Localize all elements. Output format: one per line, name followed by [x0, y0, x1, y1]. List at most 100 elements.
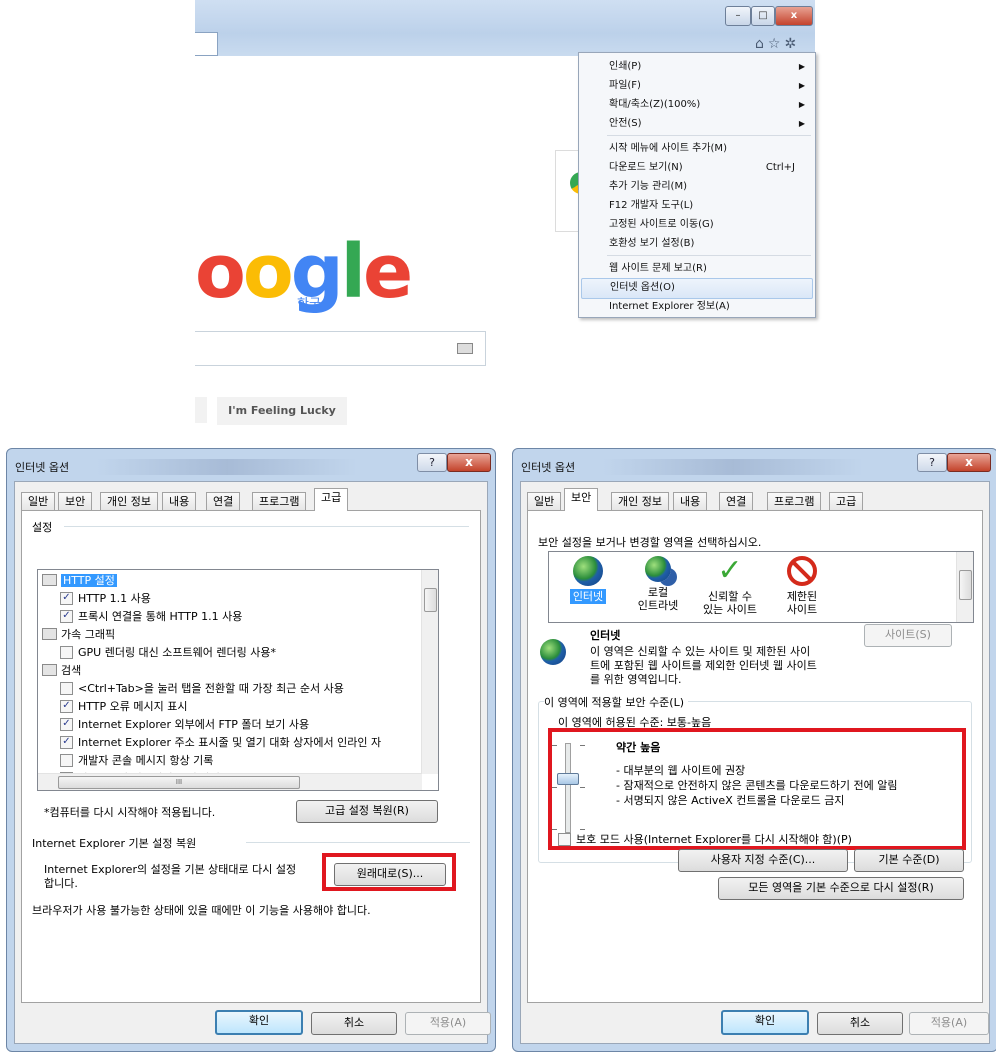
close-button[interactable]: x: [775, 6, 813, 26]
apply-button[interactable]: 적용(A): [909, 1012, 989, 1035]
restart-note: *컴퓨터를 다시 시작해야 적용됩니다.: [44, 806, 216, 819]
menu-item[interactable]: 다운로드 보기(N) Ctrl+J: [581, 158, 813, 177]
feeling-lucky-button[interactable]: I'm Feeling Lucky: [217, 397, 347, 425]
dialog-close-button[interactable]: x: [447, 453, 491, 472]
menu-item-label: 호환성 보기 설정(B): [609, 238, 695, 249]
tree-vertical-scrollbar[interactable]: [421, 570, 438, 774]
tab-programs[interactable]: 프로그램: [252, 492, 307, 510]
zone-internet[interactable]: 인터넷: [557, 556, 619, 604]
default-level-button[interactable]: 기본 수준(D): [854, 849, 964, 872]
restore-advanced-button[interactable]: 고급 설정 복원(R): [296, 800, 438, 823]
tab-advanced[interactable]: 고급: [829, 492, 864, 510]
tab-content[interactable]: 내용: [162, 492, 197, 510]
menu-item[interactable]: 웹 사이트 문제 보고(R): [581, 259, 813, 278]
toolbar-icons[interactable]: ⌂☆✲: [755, 36, 811, 52]
tree-option[interactable]: ✓ 프록시 연결을 통해 HTTP 1.1 사용: [60, 608, 242, 625]
zone-local-intranet[interactable]: 로컬 인트라넷: [627, 556, 689, 612]
menu-item-label: 고정된 사이트로 이동(G): [609, 219, 714, 230]
tab-general[interactable]: 일반: [527, 492, 562, 510]
tree-option[interactable]: ✓ Internet Explorer 주소 표시줄 및 열기 대화 상자에서 인…: [60, 734, 381, 751]
settings-label: 설정: [32, 519, 57, 535]
zone-label-2: 인트라넷: [637, 599, 679, 612]
checkbox[interactable]: ✓: [60, 609, 73, 623]
keyboard-icon[interactable]: [457, 343, 473, 354]
reset-all-zones-button[interactable]: 모든 영역을 기본 수준으로 다시 설정(R): [718, 877, 964, 900]
dialog-close-button[interactable]: x: [947, 453, 991, 472]
security-level-label: 이 영역에 적용할 보안 수준(L): [544, 694, 689, 710]
tab-connections[interactable]: 연결: [719, 492, 754, 510]
settings-tree[interactable]: ✓다운로드가 완료되었을 때 알림개발자 콘솔 메시지 항상 기록✓Intern…: [37, 569, 439, 791]
tree-folder[interactable]: HTTP 설정: [42, 572, 117, 589]
tree-scroll-thumb[interactable]: [424, 588, 437, 612]
tree-folder[interactable]: 검색: [42, 662, 81, 679]
zone-scrollbar[interactable]: [956, 552, 973, 622]
cancel-button[interactable]: 취소: [817, 1012, 903, 1035]
help-button[interactable]: ?: [417, 453, 447, 472]
search-button-stub[interactable]: [195, 397, 207, 423]
menu-item[interactable]: 추가 기능 관리(M): [581, 177, 813, 196]
checkbox[interactable]: ✓: [60, 717, 73, 731]
tree-label: 개발자 콘솔 메시지 항상 기록: [78, 754, 214, 767]
zone-desc-line: 를 위한 영역입니다.: [590, 673, 682, 686]
tab-privacy[interactable]: 개인 정보: [100, 492, 158, 510]
menu-item[interactable]: 인터넷 옵션(O): [581, 278, 813, 299]
zone-trusted-sites[interactable]: ✓ 신뢰할 수 있는 사이트: [699, 556, 761, 617]
menu-item-label: 안전(S): [609, 118, 642, 129]
zone-scroll-thumb[interactable]: [959, 570, 972, 600]
tab-programs[interactable]: 프로그램: [767, 492, 822, 510]
tree-option[interactable]: GPU 렌더링 대신 소프트웨어 렌더링 사용*: [60, 644, 276, 661]
menu-item[interactable]: 고정된 사이트로 이동(G): [581, 215, 813, 234]
tab-security[interactable]: 보안: [58, 492, 93, 510]
checkbox[interactable]: ✓: [60, 591, 73, 605]
checkbox[interactable]: [60, 645, 73, 659]
checkbox[interactable]: ✓: [60, 699, 73, 713]
menu-item[interactable]: 시작 메뉴에 사이트 추가(M): [581, 139, 813, 158]
address-bar-stub[interactable]: [195, 32, 218, 56]
tree-option[interactable]: <Ctrl+Tab>을 눌러 탭을 전환할 때 가장 최근 순서 사용: [60, 680, 344, 697]
tab-advanced[interactable]: 고급: [314, 488, 349, 511]
apply-button[interactable]: 적용(A): [405, 1012, 491, 1035]
menu-item[interactable]: 호환성 보기 설정(B): [581, 234, 813, 253]
help-button[interactable]: ?: [917, 453, 947, 472]
menu-item-label: F12 개발자 도구(L): [609, 200, 694, 211]
internet-zone-icon: [540, 639, 566, 665]
tree-option[interactable]: ✓ HTTP 1.1 사용: [60, 590, 151, 607]
zone-desc-line: 트에 포함된 웹 사이트를 제외한 인터넷 웹 사이트: [590, 659, 817, 672]
tree-hscroll-thumb[interactable]: III: [58, 776, 300, 789]
ok-button[interactable]: 확인: [721, 1010, 809, 1035]
ok-button[interactable]: 확인: [215, 1010, 303, 1035]
menu-item[interactable]: F12 개발자 도구(L): [581, 196, 813, 215]
menu-item[interactable]: 파일(F) ▶: [581, 76, 813, 95]
sites-button[interactable]: 사이트(S): [864, 624, 952, 647]
tree-folder[interactable]: 가속 그래픽: [42, 626, 115, 643]
maximize-button[interactable]: □: [751, 6, 775, 26]
security-panel: 보안 설정을 보거나 변경할 영역을 선택하십시오. 인터넷 로컬 인트라넷 ✓…: [527, 510, 983, 1003]
checkbox[interactable]: [60, 681, 73, 695]
tree-label: <Ctrl+Tab>을 눌러 탭을 전환할 때 가장 최근 순서 사용: [78, 682, 344, 695]
tab-security[interactable]: 보안: [564, 488, 599, 511]
zone-restricted-sites[interactable]: 제한된 사이트: [771, 556, 833, 616]
menu-item[interactable]: Internet Explorer 정보(A): [581, 297, 813, 316]
advanced-panel: 설정 ✓다운로드가 완료되었을 때 알림개발자 콘솔 메시지 항상 기록✓Int…: [21, 510, 481, 1003]
tree-option[interactable]: ✓ HTTP 오류 메시지 표시: [60, 698, 187, 715]
menu-item[interactable]: 확대/축소(Z)(100%) ▶: [581, 95, 813, 114]
checkbox[interactable]: ✓: [60, 735, 73, 749]
zone-list[interactable]: 인터넷 로컬 인트라넷 ✓ 신뢰할 수 있는 사이트 제한된 사이트: [548, 551, 974, 623]
minimize-button[interactable]: –: [725, 6, 751, 26]
tree-horizontal-scrollbar[interactable]: III: [38, 773, 422, 790]
custom-level-button[interactable]: 사용자 지정 수준(C)...: [678, 849, 848, 872]
tab-privacy[interactable]: 개인 정보: [611, 492, 669, 510]
tab-general[interactable]: 일반: [21, 492, 56, 510]
menu-item[interactable]: 안전(S) ▶: [581, 114, 813, 133]
browser-titlebar: [195, 0, 815, 56]
tree-option[interactable]: 개발자 콘솔 메시지 항상 기록: [60, 752, 213, 769]
search-input[interactable]: [195, 331, 486, 366]
tree-option[interactable]: ✓ Internet Explorer 외부에서 FTP 폴더 보기 사용: [60, 716, 309, 733]
cancel-button[interactable]: 취소: [311, 1012, 397, 1035]
tree-label: 가속 그래픽: [61, 628, 116, 641]
zone-desc-line: 이 영역은 신뢰할 수 있는 사이트 및 제한된 사이: [590, 645, 811, 658]
tab-connections[interactable]: 연결: [206, 492, 241, 510]
tab-content[interactable]: 내용: [673, 492, 708, 510]
checkbox[interactable]: [60, 753, 73, 767]
menu-item[interactable]: 인쇄(P) ▶: [581, 57, 813, 76]
